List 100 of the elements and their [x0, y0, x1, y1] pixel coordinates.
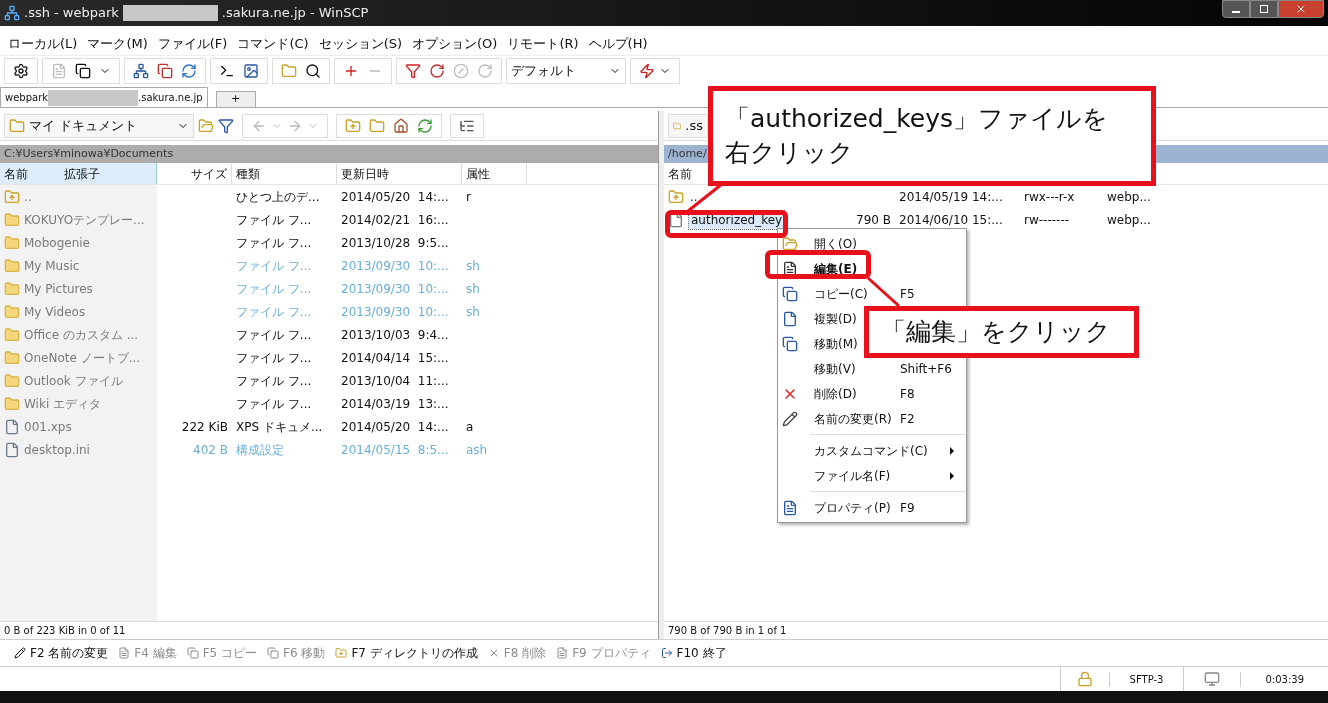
exit-icon	[660, 647, 673, 659]
menu-item[interactable]: 複製(D)	[814, 309, 857, 328]
terminal-icon[interactable]	[219, 63, 235, 79]
file-size: 402 B	[193, 442, 228, 457]
close-icon	[1295, 3, 1307, 15]
menu-item[interactable]: マーク(M)	[87, 33, 148, 54]
menu-item[interactable]: コピー(C)	[814, 284, 868, 303]
home-icon[interactable]	[393, 117, 409, 134]
file-date: 2013/09/30 10:...	[341, 258, 449, 273]
column-header[interactable]: 更新日時	[337, 163, 462, 184]
file-row[interactable]: .. 2014/05/19 14:... rwx---r-x webp...	[664, 185, 1328, 208]
filter-icon[interactable]	[405, 63, 421, 79]
file-icon	[4, 418, 20, 435]
file-row[interactable]: authorized_key 790 B 2014/06/10 15:... rw------- webp...	[664, 208, 1328, 231]
menu-item[interactable]: 名前の変更(R)	[814, 409, 892, 428]
menu-item[interactable]: 移動(M)	[814, 334, 858, 353]
root-folder-icon[interactable]	[369, 117, 385, 134]
copy-icon[interactable]	[75, 63, 91, 79]
session-tab[interactable]: webpark .sakura.ne.jp	[0, 87, 208, 107]
network-icon[interactable]	[133, 63, 149, 79]
file-row[interactable]: 001.xps 222 KiB XPS ドキュメ... 2014/05/20 14:... a	[0, 415, 658, 438]
column-header[interactable]: 種類	[232, 163, 337, 184]
column-header[interactable]: サイズ	[157, 163, 232, 184]
function-key-button[interactable]: F10 終了	[658, 644, 729, 662]
menu-item[interactable]: オプション(O)	[412, 33, 498, 54]
plus-icon[interactable]	[343, 63, 359, 79]
file-row[interactable]: KOKUYOテンプレー... ファイル フ... 2014/02/21 16:...	[0, 208, 658, 231]
folder-icon	[4, 326, 20, 343]
file-name: Outlook ファイル	[24, 372, 123, 390]
refresh-icon[interactable]	[181, 63, 197, 79]
column-header[interactable]: 名前 拡張子	[0, 163, 157, 184]
file-name: ..	[689, 188, 699, 206]
copy-icon	[782, 285, 798, 302]
menu-item[interactable]: 移動(V)	[814, 359, 856, 378]
pencil-icon	[782, 410, 798, 427]
file-name: Mobogenie	[24, 234, 90, 252]
menu-item[interactable]: リモート(R)	[507, 33, 579, 54]
file-name: My Videos	[24, 303, 86, 321]
file-row[interactable]: Wiki エディタ ファイル フ... 2014/03/19 13:...	[0, 392, 658, 415]
location-dropdown[interactable]: マイ ドキュメント	[4, 113, 194, 138]
preset-dropdown[interactable]: デフォルト	[506, 58, 626, 84]
file-row[interactable]: My Music ファイル フ... 2013/09/30 10:... sh	[0, 254, 658, 277]
parent-folder-icon[interactable]	[345, 117, 361, 134]
file-date: 2014/06/10 15:...	[899, 212, 1003, 227]
shortcut-text: F5	[900, 285, 916, 303]
menu-item[interactable]: 編集(E)	[814, 259, 858, 278]
submenu-arrow-icon	[950, 446, 954, 455]
location-name: .ss	[685, 116, 703, 135]
file-row[interactable]: Mobogenie ファイル フ... 2013/10/28 9:5...	[0, 231, 658, 254]
file-name: Wiki エディタ	[24, 395, 102, 413]
minimize-button[interactable]	[1222, 0, 1250, 18]
new-tab-button[interactable]: +	[215, 91, 256, 107]
column-header[interactable]: 名前	[664, 163, 704, 184]
menu-item[interactable]: ファイル名(F)	[814, 466, 891, 485]
file-permissions: rw-------	[1024, 212, 1070, 227]
settings-icon[interactable]	[13, 63, 29, 79]
menu-item[interactable]: 開く(O)	[814, 234, 857, 253]
sync-icon[interactable]	[429, 63, 445, 79]
file-row[interactable]: OneNote ノートブ... ファイル フ... 2014/04/14 15:...	[0, 346, 658, 369]
file-row[interactable]: My Videos ファイル フ... 2013/09/30 10:... sh	[0, 300, 658, 323]
menu-item[interactable]: コマンド(C)	[237, 33, 309, 54]
maximize-button[interactable]	[1250, 0, 1278, 18]
file-row[interactable]: desktop.ini 402 B 構成設定 2014/05/15 8:5... ash	[0, 438, 658, 461]
refresh-icon[interactable]	[417, 117, 433, 134]
menu-item[interactable]: ヘルプ(H)	[588, 33, 648, 54]
menu-item[interactable]: ローカル(L)	[8, 33, 78, 54]
file-row[interactable]: My Pictures ファイル フ... 2013/09/30 10:... sh	[0, 277, 658, 300]
file-type: ひとつ上のデ...	[236, 189, 320, 204]
menu-item[interactable]: ファイル(F)	[157, 33, 228, 54]
app-icon	[4, 5, 20, 21]
file-type: ファイル フ...	[236, 212, 312, 227]
function-key-button[interactable]: F7 ディレクトリの作成	[333, 644, 480, 662]
file-name: OneNote ノートブ...	[24, 349, 141, 367]
menu-item[interactable]: 削除(D)	[814, 384, 857, 403]
column-header[interactable]: 属性	[462, 163, 527, 184]
shortcut-text: F8	[900, 385, 916, 403]
menu-item[interactable]: プロパティ(P)	[814, 498, 891, 517]
folders-icon[interactable]	[281, 63, 297, 79]
file-date: 2013/09/30 10:...	[341, 281, 449, 296]
panel-status: 790 B of 790 B in 1 of 1	[664, 621, 1328, 639]
file-date: 2014/04/14 15:...	[341, 350, 449, 365]
location-dropdown[interactable]: .ss	[668, 113, 708, 138]
parent-folder-icon	[4, 188, 20, 205]
folder-icon	[782, 235, 798, 252]
search-icon[interactable]	[305, 63, 321, 79]
menu-item[interactable]: セッション(S)	[318, 33, 403, 54]
menu-item[interactable]: カスタムコマンド(C)	[814, 441, 928, 460]
file-row[interactable]: Outlook ファイル ファイル フ... 2013/10/04 11:...	[0, 369, 658, 392]
file-row[interactable]: .. ひとつ上のデ... 2014/05/20 14:... r	[0, 185, 658, 208]
function-key-button[interactable]: F2 名前の変更	[12, 644, 111, 662]
elapsed-time: 0:03:39	[1240, 671, 1328, 687]
file-name: KOKUYOテンプレー...	[24, 211, 145, 229]
filter-icon[interactable]	[218, 117, 234, 134]
file-permissions: rwx---r-x	[1024, 189, 1075, 204]
file-date: 2013/10/03 9:4...	[341, 327, 449, 342]
file-name: My Music	[24, 257, 80, 275]
lightning-icon[interactable]	[639, 63, 655, 79]
file-row[interactable]: Office のカスタム ... ファイル フ... 2013/10/03 9:4...	[0, 323, 658, 346]
shortcut-text: Shift+F6	[900, 360, 953, 378]
file-name: My Pictures	[24, 280, 93, 298]
